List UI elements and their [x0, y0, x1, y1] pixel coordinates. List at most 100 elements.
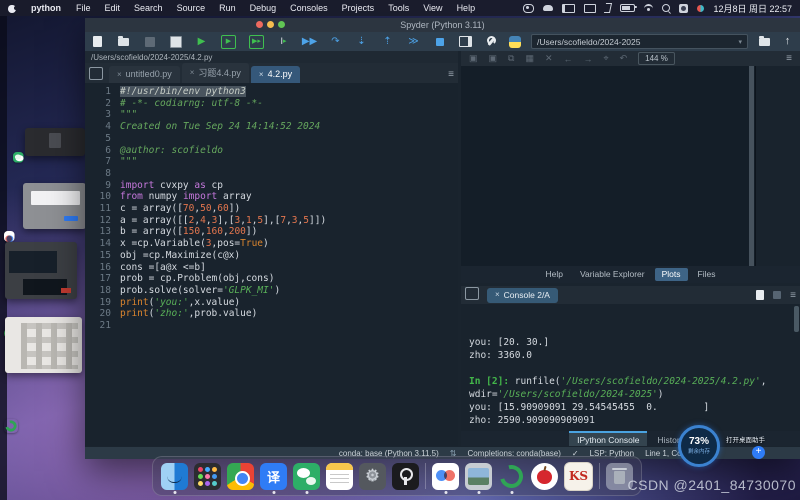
menubar-item-projects[interactable]: Projects — [342, 3, 375, 13]
menubar-item-search[interactable]: Search — [134, 3, 163, 13]
link-circles-icon[interactable] — [523, 4, 534, 13]
console-scrollbar[interactable] — [794, 306, 799, 332]
code-line[interactable]: 11c = array([70,50,60]) — [85, 203, 458, 215]
stop-debug-button[interactable] — [433, 36, 446, 48]
debug-file-button[interactable]: ▶▶ — [303, 36, 316, 48]
apple-menu-icon[interactable] — [8, 4, 16, 13]
display-mirroring-icon[interactable] — [584, 4, 596, 13]
plots-previous-button[interactable]: ← — [564, 54, 573, 64]
menubar-item-edit[interactable]: Edit — [105, 3, 121, 13]
python-env-button[interactable] — [508, 36, 521, 48]
plots-thumbnail-list[interactable] — [755, 66, 800, 266]
code-line[interactable]: 20print('zho:',prob.value) — [85, 308, 458, 320]
console-browse-tabs-icon[interactable] — [465, 287, 479, 300]
close-icon[interactable]: × — [495, 290, 500, 299]
plots-next-button[interactable]: → — [584, 54, 593, 64]
run-file-button[interactable]: ▶ — [195, 36, 208, 48]
bottom-tab-ipython-console[interactable]: IPython Console — [569, 431, 647, 446]
run-cell-advance-button[interactable]: ▶▸ — [249, 35, 264, 49]
minimized-window-ide[interactable] — [5, 242, 77, 299]
assistant-add-button[interactable]: + — [752, 446, 765, 459]
menubar-item-view[interactable]: View — [423, 3, 442, 13]
code-line[interactable]: 21 — [85, 320, 458, 332]
menubar-clock[interactable]: 12月8日 周日 22:57 — [713, 2, 792, 15]
green-ring-icon[interactable] — [498, 463, 525, 490]
code-line[interactable]: 14x =cp.Variable(3,pos=True) — [85, 238, 458, 250]
close-tab-icon[interactable]: × — [190, 68, 195, 77]
plots-copy-button[interactable]: ⧉ — [508, 53, 514, 64]
finder-icon[interactable] — [161, 463, 188, 490]
minimized-window-grid[interactable] — [5, 317, 82, 373]
menubar-item-source[interactable]: Source — [177, 3, 206, 13]
pane-tab-plots[interactable]: Plots — [655, 268, 688, 281]
menubar-item-help[interactable]: Help — [457, 3, 476, 13]
console-tab[interactable]: × Console 2/A — [487, 288, 558, 303]
stage-manager-icon[interactable] — [562, 4, 575, 13]
pane-tab-help[interactable]: Help — [539, 268, 570, 281]
preview-icon[interactable] — [465, 463, 492, 490]
console-options-menu-icon[interactable]: ≡ — [790, 290, 796, 301]
screen-recording-icon[interactable] — [697, 5, 704, 12]
search-icon[interactable] — [662, 4, 670, 12]
wechat-icon[interactable] — [293, 463, 320, 490]
run-cell-button[interactable]: ▶ — [221, 35, 236, 49]
step-out-button[interactable]: ⇡ — [381, 36, 394, 48]
code-line[interactable]: 1#!/usr/bin/env python3 — [85, 86, 458, 98]
code-line[interactable]: 8 — [85, 168, 458, 180]
plots-options-menu-icon[interactable]: ≡ — [786, 53, 792, 64]
continue-execution-button[interactable]: ≫ — [407, 36, 420, 48]
code-line[interactable]: 16cons =[a@x <=b] — [85, 262, 458, 274]
code-line[interactable]: 3""" — [85, 109, 458, 121]
code-line[interactable]: 2# -*- codiarng: utf-8 -*- — [85, 98, 458, 110]
plots-remove-button[interactable]: ▦ — [525, 53, 534, 64]
menubar-item-tools[interactable]: Tools — [388, 3, 409, 13]
parent-directory-button[interactable]: ↑ — [781, 36, 794, 48]
code-line[interactable]: 9import cvxpy as cp — [85, 180, 458, 192]
preferences-button[interactable] — [485, 36, 498, 48]
cloud-icon[interactable] — [543, 5, 553, 11]
plots-scrollbar[interactable] — [749, 66, 754, 266]
save-button[interactable] — [143, 36, 156, 48]
menubar-item-consoles[interactable]: Consoles — [290, 3, 328, 13]
code-line[interactable]: 18prob.solve(solver='GLPK_MI') — [85, 285, 458, 297]
input-source-icon[interactable] — [679, 4, 688, 13]
battery-icon[interactable] — [620, 4, 635, 12]
plots-close-button[interactable]: ✕ — [545, 53, 553, 64]
code-line[interactable]: 6@author: scofieldo — [85, 145, 458, 157]
assistant-label[interactable]: 打开桌面助手 — [726, 434, 765, 444]
keychain-icon[interactable] — [392, 463, 419, 490]
save-all-button[interactable] — [169, 36, 182, 48]
editor-tab-4.2.py[interactable]: ×4.2.py — [251, 66, 300, 83]
wifi-icon[interactable] — [644, 4, 653, 13]
code-line[interactable]: 12a = array([[2,4,3],[3,1,5],[7,3,5]]) — [85, 215, 458, 227]
code-line[interactable]: 13b = array([150,160,200]) — [85, 226, 458, 238]
pane-tab-variable-explorer[interactable]: Variable Explorer — [573, 268, 652, 281]
code-editor[interactable]: 1#!/usr/bin/env python32# -*- codiarng: … — [85, 83, 458, 446]
browse-directory-button[interactable] — [758, 36, 771, 48]
code-line[interactable]: 17prob = cp.Problem(obj,cons) — [85, 273, 458, 285]
window-titlebar[interactable]: Spyder (Python 3.11) — [85, 18, 800, 32]
browse-tabs-icon[interactable] — [89, 67, 103, 80]
editor-tab-习题4.4.py[interactable]: ×习题4.4.py — [182, 63, 249, 83]
console-output[interactable]: you: [20. 30.]zho: 3360.0 In [2]: runfil… — [461, 304, 800, 431]
venn-circles-icon[interactable] — [432, 463, 459, 490]
code-line[interactable]: 19print('you:',x.value) — [85, 297, 458, 309]
minimized-window-dialog[interactable] — [23, 183, 86, 229]
active-app-name[interactable]: python — [31, 3, 61, 13]
plots-save-button[interactable]: ▣ — [469, 53, 478, 64]
step-into-button[interactable]: ⇣ — [355, 36, 368, 48]
chrome-icon[interactable] — [227, 463, 254, 490]
close-tab-icon[interactable]: × — [117, 70, 122, 79]
editor-tab-untitled0.py[interactable]: ×untitled0.py — [109, 66, 180, 83]
notes-icon[interactable] — [326, 463, 353, 490]
new-file-button[interactable] — [91, 36, 104, 48]
menubar-item-run[interactable]: Run — [219, 3, 236, 13]
minimized-window-wechat[interactable] — [25, 128, 85, 156]
bluetooth-icon[interactable] — [604, 3, 612, 13]
system-settings-icon[interactable] — [359, 463, 386, 490]
plots-save-all-button[interactable]: ▣ — [489, 53, 498, 64]
layout-panel-button[interactable] — [459, 36, 472, 48]
translate-icon[interactable]: 译 — [260, 463, 287, 490]
launchpad-icon[interactable] — [194, 463, 221, 490]
menubar-item-debug[interactable]: Debug — [250, 3, 277, 13]
